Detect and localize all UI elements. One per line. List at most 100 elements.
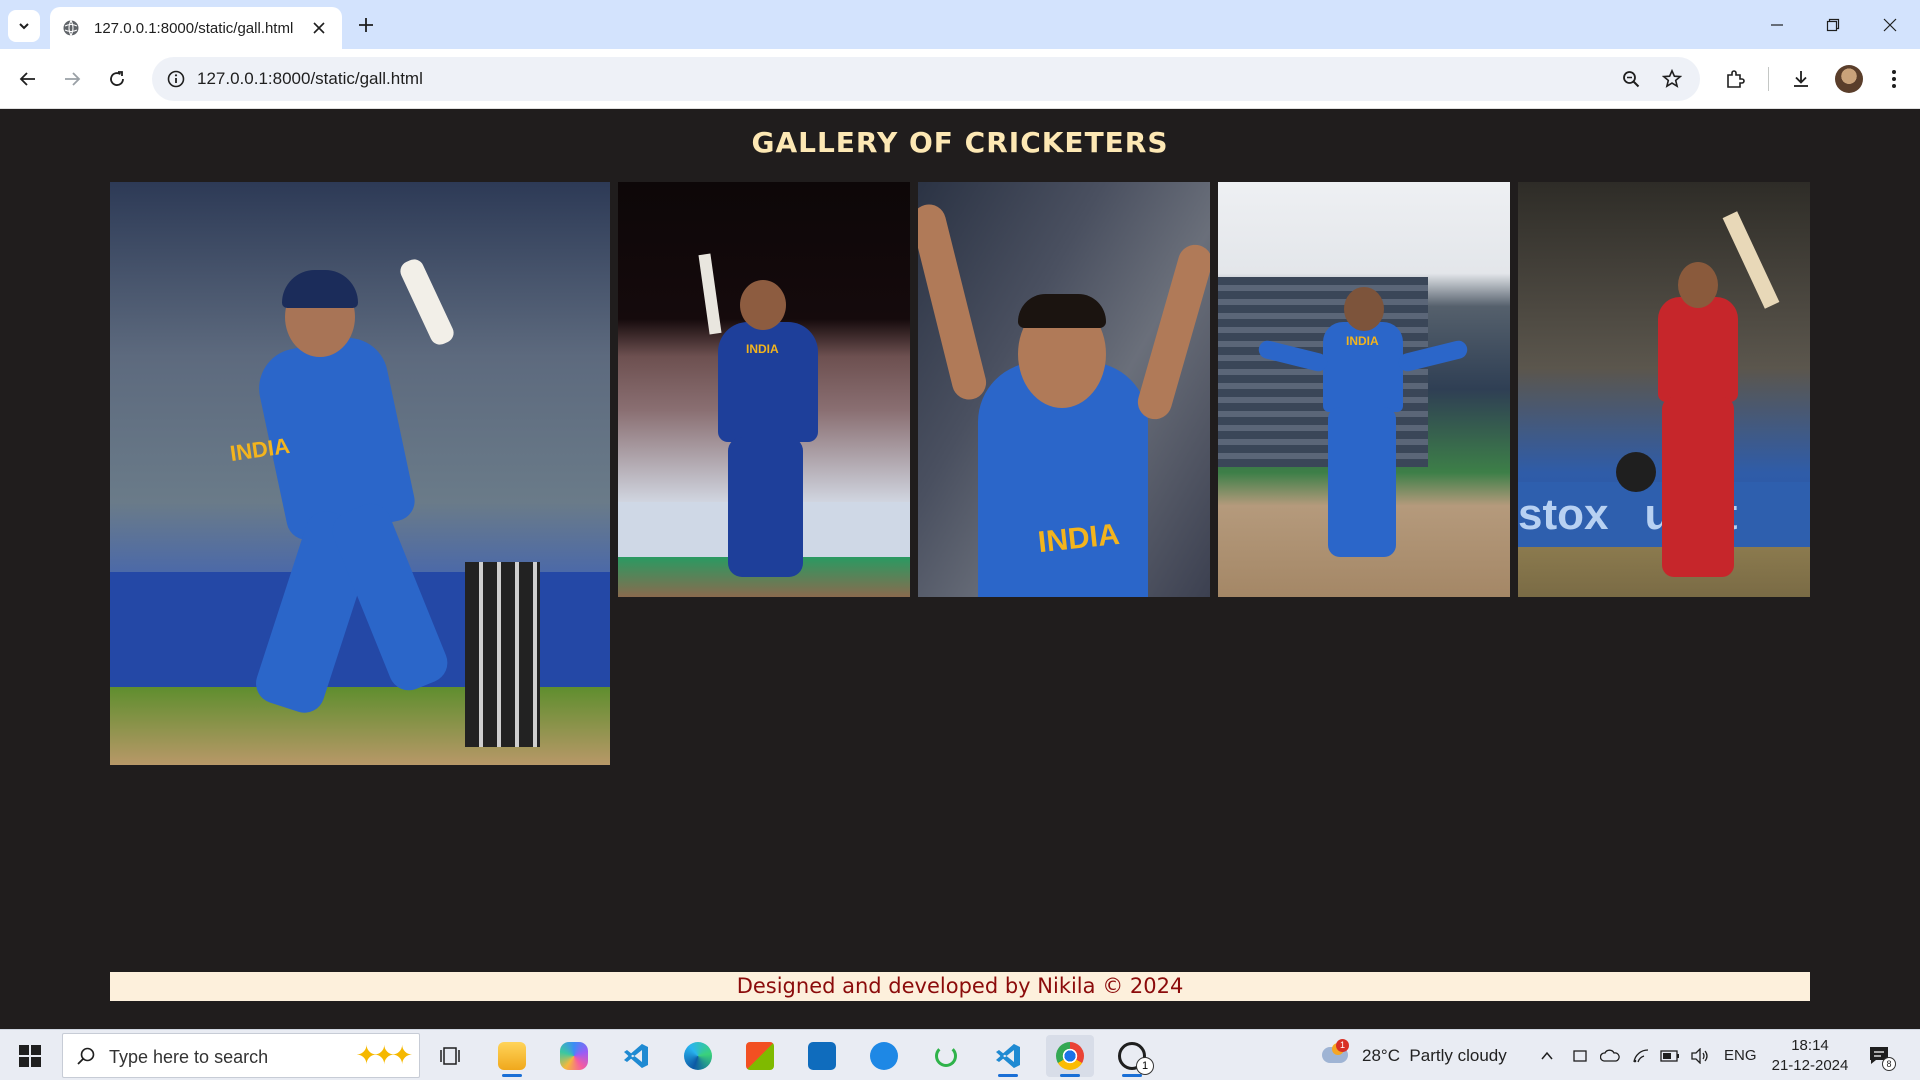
compass-icon — [870, 1042, 898, 1070]
chrome-icon — [1056, 1042, 1084, 1070]
url-text[interactable]: 127.0.0.1:8000/static/gall.html — [197, 69, 423, 89]
bookmark-star-icon[interactable] — [1660, 67, 1684, 91]
chevron-up-icon — [1541, 1051, 1553, 1059]
vscode-icon — [996, 1044, 1020, 1068]
wifi-icon[interactable] — [1632, 1030, 1650, 1080]
player-head — [1678, 262, 1718, 308]
running-indicator — [1122, 1074, 1142, 1077]
whatsapp-badge: 1 — [1136, 1057, 1154, 1075]
arrow-right-icon — [65, 72, 81, 86]
volume-icon[interactable] — [1690, 1030, 1710, 1080]
sparkle-icon: ✦✦✦ — [355, 1040, 413, 1070]
cricketer-photo-5: stoxupst — [1518, 182, 1810, 597]
arrow-left-icon — [19, 72, 35, 86]
language-indicator[interactable]: ENG — [1724, 1030, 1757, 1080]
back-button[interactable] — [12, 63, 44, 95]
globe-icon — [62, 19, 80, 37]
notification-icon: 8 — [1868, 1045, 1896, 1071]
address-bar[interactable]: 127.0.0.1:8000/static/gall.html — [152, 57, 1700, 101]
browser-toolbar: 127.0.0.1:8000/static/gall.html — [0, 49, 1920, 109]
onedrive-icon[interactable] — [1600, 1030, 1620, 1080]
copilot-app[interactable] — [550, 1035, 598, 1077]
outlook-app[interactable] — [798, 1035, 846, 1077]
weather-text: 28°C Partly cloudy — [1362, 1045, 1507, 1065]
task-view-icon — [440, 1047, 460, 1065]
outlook-icon — [808, 1042, 836, 1070]
board-text-left: stox — [1518, 490, 1609, 539]
edge-app[interactable] — [674, 1035, 722, 1077]
file-explorer-app[interactable] — [488, 1035, 536, 1077]
close-tab-icon[interactable] — [308, 17, 330, 39]
reload-button[interactable] — [101, 63, 133, 95]
reload-icon — [110, 71, 124, 86]
player-legs — [1662, 397, 1734, 577]
notification-count: 8 — [1882, 1056, 1896, 1071]
profile-avatar[interactable] — [1835, 65, 1863, 93]
edge-icon — [684, 1042, 712, 1070]
page-title: GALLERY OF CRICKETERS — [751, 126, 1169, 159]
helmet — [1616, 452, 1656, 492]
show-hidden-icons[interactable] — [1540, 1030, 1554, 1080]
tab-search-button[interactable] — [8, 10, 40, 42]
notifications-button[interactable]: 8 — [1868, 1030, 1896, 1080]
site-info-icon[interactable] — [164, 67, 188, 91]
tab-title: 127.0.0.1:8000/static/gall.html — [94, 19, 294, 37]
player-arm-right — [1133, 240, 1210, 424]
active-tab[interactable]: 127.0.0.1:8000/static/gall.html — [50, 7, 342, 49]
vscode-app[interactable] — [612, 1035, 660, 1077]
minimize-button[interactable] — [1749, 0, 1805, 49]
taskbar-search-box[interactable]: Type here to search ✦✦✦ — [62, 1033, 420, 1078]
meet-now-icon[interactable] — [1572, 1030, 1588, 1080]
restore-button[interactable] — [1805, 0, 1861, 49]
zoom-icon[interactable] — [1619, 67, 1643, 91]
clock[interactable]: 18:14 21-12-2024 — [1766, 1036, 1854, 1076]
spinner-icon — [935, 1045, 957, 1067]
search-icon — [75, 1045, 97, 1067]
language-text: ENG — [1724, 1047, 1757, 1064]
player-legs — [1328, 407, 1396, 557]
store-app[interactable] — [736, 1035, 784, 1077]
start-button[interactable] — [10, 1039, 50, 1073]
windows-taskbar: Type here to search ✦✦✦ 1 1 28°C Partly … — [0, 1029, 1920, 1080]
cricket-bat — [397, 256, 457, 348]
player-arm-left — [918, 200, 990, 404]
player-hair — [1018, 294, 1106, 328]
whatsapp-app[interactable]: 1 — [1108, 1035, 1156, 1077]
puzzle-icon — [1727, 70, 1745, 88]
gallery-page: GALLERY OF CRICKETERS INDIA INDIA INDIA — [0, 109, 1920, 1029]
forward-button[interactable] — [56, 63, 88, 95]
weather-widget[interactable]: 1 28°C Partly cloudy — [1322, 1030, 1507, 1080]
compass-app[interactable] — [860, 1035, 908, 1077]
player-head — [1344, 287, 1384, 331]
downloads-button[interactable] — [1785, 63, 1817, 95]
chrome-app[interactable] — [1046, 1035, 1094, 1077]
minimize-icon — [1771, 23, 1783, 26]
store-icon — [746, 1042, 774, 1070]
jersey-text: INDIA — [746, 342, 779, 356]
close-window-button[interactable] — [1862, 0, 1918, 49]
extensions-button[interactable] — [1719, 63, 1751, 95]
browser-menu-button[interactable] — [1878, 63, 1910, 95]
player-legs — [728, 437, 803, 577]
cricketer-photo-1: INDIA — [110, 182, 610, 765]
running-indicator — [998, 1074, 1018, 1077]
download-icon — [1794, 71, 1808, 87]
loading-app[interactable] — [922, 1035, 970, 1077]
footer: Designed and developed by Nikila © 2024 — [110, 972, 1810, 1001]
battery-icon[interactable] — [1660, 1030, 1680, 1080]
folder-icon — [498, 1042, 526, 1070]
vscode-icon — [624, 1044, 648, 1068]
cricketer-photo-2: INDIA — [618, 182, 910, 597]
close-icon — [1883, 18, 1897, 31]
running-indicator — [502, 1074, 522, 1077]
running-indicator — [1060, 1074, 1080, 1077]
jersey-text: INDIA — [1346, 334, 1379, 348]
new-tab-button[interactable] — [352, 11, 380, 39]
player-head — [740, 280, 786, 330]
player-torso — [1658, 297, 1738, 402]
task-view-button[interactable] — [426, 1035, 474, 1077]
vscode-app-2[interactable] — [984, 1035, 1032, 1077]
cricket-bat — [1722, 211, 1780, 309]
cricketer-photo-4: INDIA — [1218, 182, 1510, 597]
cricketer-photo-3: INDIA — [918, 182, 1210, 597]
